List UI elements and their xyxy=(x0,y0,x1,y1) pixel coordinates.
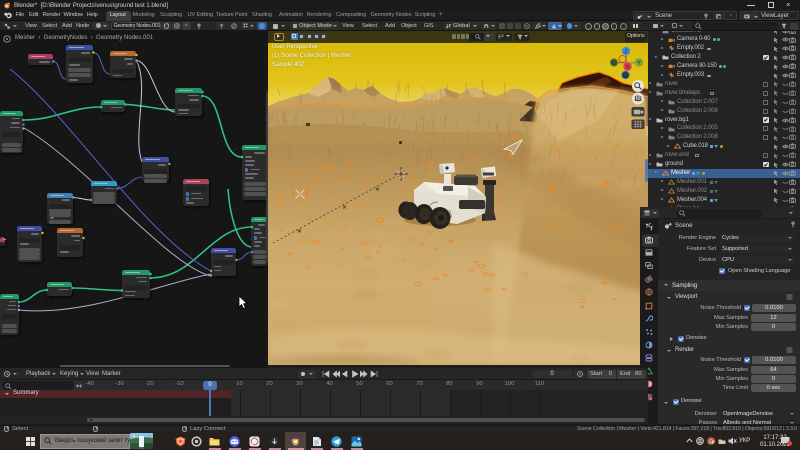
svg-text:Z: Z xyxy=(624,49,627,55)
